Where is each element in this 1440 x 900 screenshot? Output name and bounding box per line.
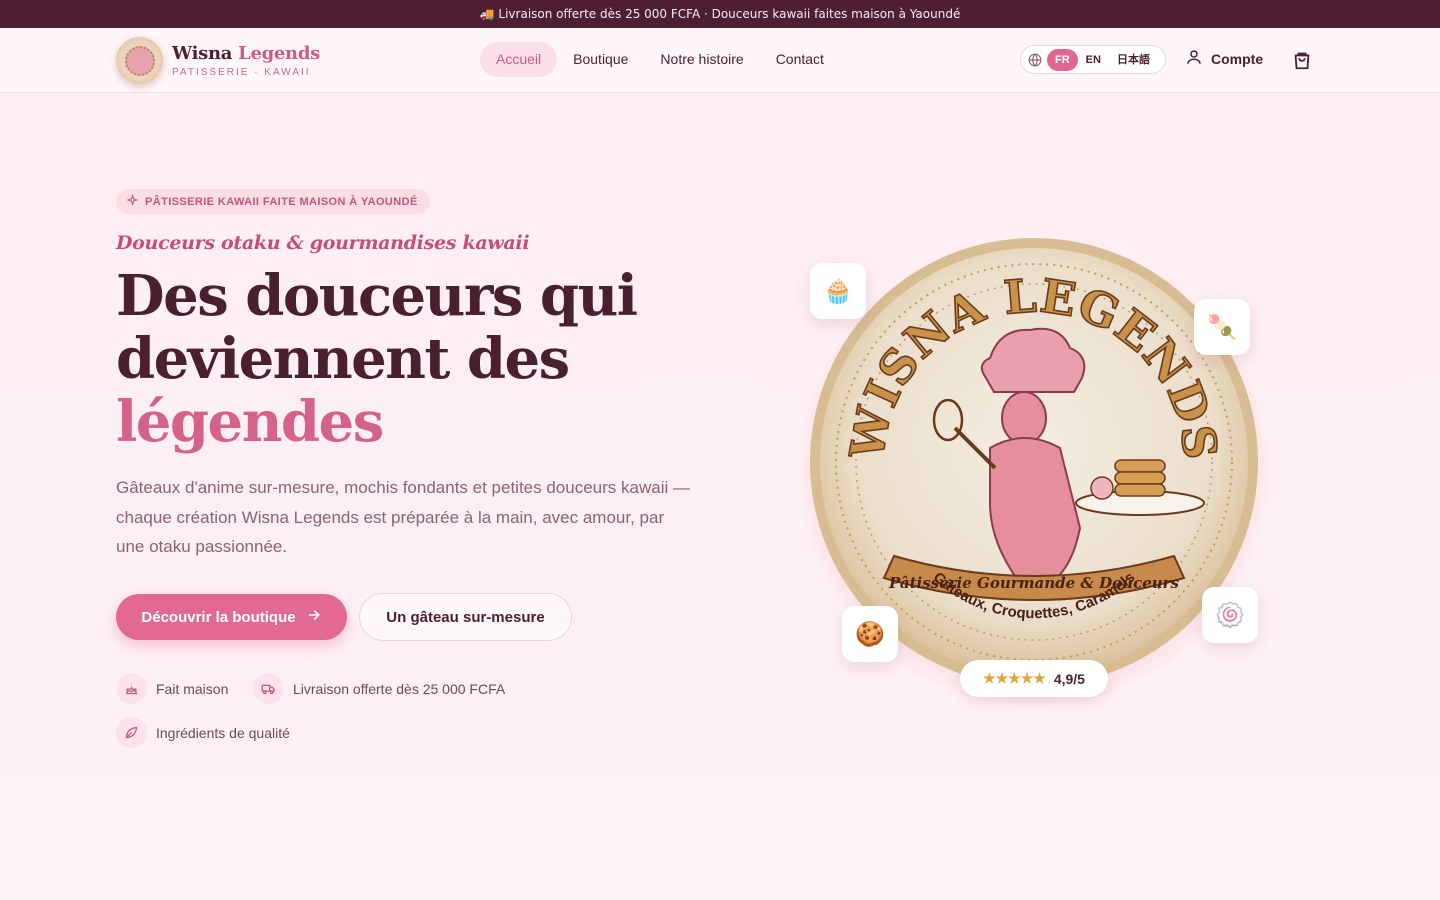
globe-icon — [1027, 52, 1043, 68]
cart-button[interactable] — [1291, 49, 1313, 71]
nav-item-accueil[interactable]: Accueil — [480, 42, 558, 77]
arrow-right-icon — [306, 607, 322, 627]
hero-badge: PÂTISSERIE KAWAII FAITE MAISON À YAOUNDÉ — [116, 189, 430, 214]
dango-icon: 🍡 — [1194, 299, 1250, 355]
language-switcher: FR EN 日本語 — [1020, 45, 1166, 74]
feature-homemade-label: Fait maison — [156, 680, 229, 697]
nav-item-notre-histoire[interactable]: Notre histoire — [644, 42, 759, 77]
candy-icon: 🍥 — [1202, 587, 1258, 643]
brand-tagline: PATISSERIE · KAWAII — [172, 67, 311, 78]
discover-shop-button[interactable]: Découvrir la boutique — [116, 594, 347, 640]
feature-delivery-label: Livraison offerte dès 25 000 FCFA — [293, 680, 506, 697]
rating-badge: ★★★★★ 4,9/5 — [960, 660, 1108, 697]
cupcake-icon: 🧁 — [810, 263, 866, 319]
lang-option-fr[interactable]: FR — [1047, 48, 1078, 71]
lang-option-en[interactable]: EN — [1078, 49, 1109, 71]
brand-name[interactable]: Wisna Legends — [172, 43, 320, 64]
lang-option-ja[interactable]: 日本語 — [1109, 49, 1158, 71]
account-button[interactable]: Compte — [1185, 48, 1263, 69]
brand-name-part2: Legends — [238, 43, 320, 64]
cookie-icon: 🍪 — [842, 606, 898, 662]
headline-accent: légendes — [116, 389, 384, 455]
shopping-bag-icon — [1291, 52, 1313, 75]
headline-line-2: deviennent des — [116, 326, 570, 392]
nav-item-boutique[interactable]: Boutique — [557, 42, 644, 77]
feature-quality: Ingrédients de qualité — [116, 717, 290, 748]
account-label: Compte — [1211, 50, 1264, 67]
hero-headline: Des douceurs qui deviennent des légendes — [116, 265, 736, 454]
discover-shop-label: Découvrir la boutique — [141, 608, 296, 626]
leaf-icon — [116, 717, 147, 748]
announcement-text: 🚚 Livraison offerte dès 25 000 FCFA · Do… — [479, 7, 961, 21]
nav-item-contact[interactable]: Contact — [760, 42, 840, 77]
main-nav: Accueil Boutique Notre histoire Contact — [480, 42, 840, 77]
feature-quality-label: Ingrédients de qualité — [156, 724, 290, 741]
brand-name-part1: Wisna — [172, 43, 239, 64]
site-header: Wisna Legends PATISSERIE · KAWAII Accuei… — [0, 28, 1440, 93]
hero-badge-text: PÂTISSERIE KAWAII FAITE MAISON À YAOUNDÉ — [145, 195, 418, 208]
logo-emblem — [124, 45, 155, 76]
sparkles-icon — [126, 193, 139, 210]
hero-script-subtitle: Douceurs otaku & gourmandises kawaii — [116, 232, 530, 254]
user-icon — [1185, 48, 1203, 69]
rating-value: 4,9/5 — [1053, 670, 1085, 687]
logo-badge[interactable] — [116, 37, 163, 84]
feature-homemade: Fait maison — [116, 673, 228, 704]
custom-cake-label: Un gâteau sur-mesure — [386, 608, 545, 626]
cake-icon — [116, 673, 147, 704]
hero-description: Gâteaux d'anime sur-mesure, mochis fonda… — [116, 478, 690, 556]
truck-icon — [253, 673, 284, 704]
custom-cake-button[interactable]: Un gâteau sur-mesure — [359, 593, 572, 641]
announcement-bar: 🚚 Livraison offerte dès 25 000 FCFA · Do… — [0, 0, 1440, 28]
feature-delivery: Livraison offerte dès 25 000 FCFA — [253, 673, 505, 704]
rating-stars: ★★★★★ — [983, 670, 1046, 686]
headline-line-1: Des douceurs qui — [116, 263, 638, 329]
